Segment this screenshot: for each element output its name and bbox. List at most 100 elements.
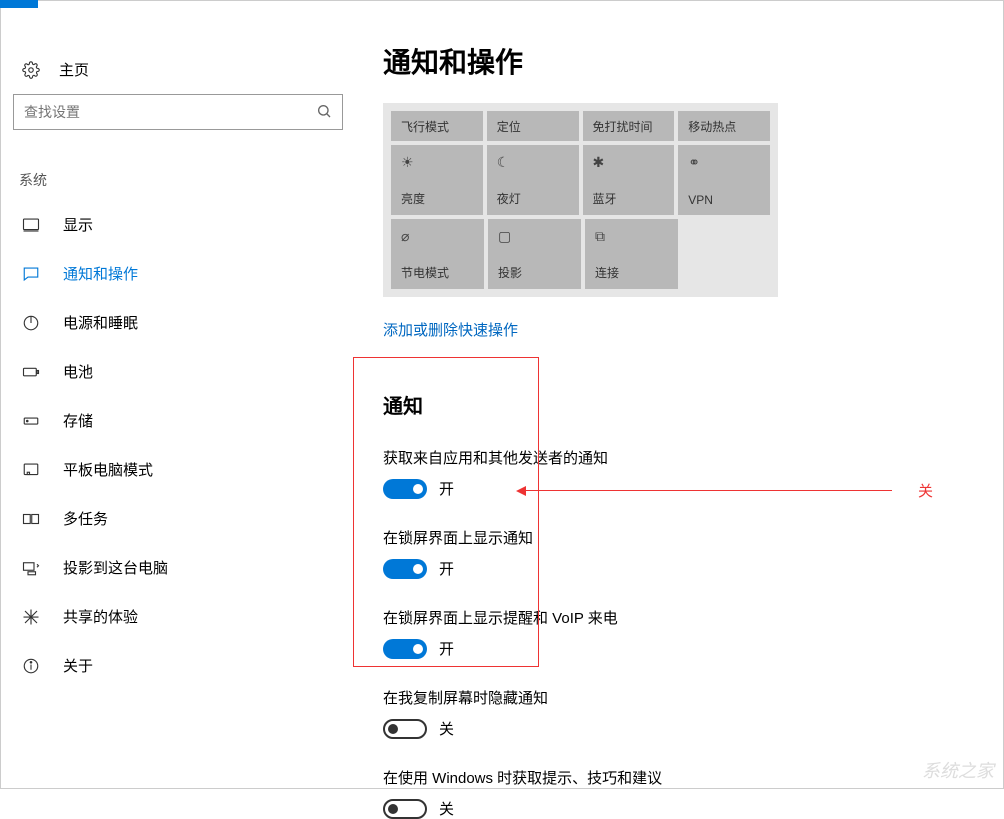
search-icon bbox=[316, 103, 332, 122]
toggle-switch[interactable] bbox=[383, 799, 427, 819]
qa-label: 亮度 bbox=[401, 190, 473, 207]
power-icon bbox=[21, 313, 41, 333]
sidebar-item-storage[interactable]: 存储 bbox=[1, 396, 361, 445]
qa-tile-hotspot[interactable]: 移动热点 bbox=[678, 111, 770, 141]
sidebar-item-label: 电源和睡眠 bbox=[63, 312, 138, 333]
setting-get-notifications: 获取来自应用和其他发送者的通知 开 bbox=[383, 447, 1003, 499]
display-icon bbox=[21, 215, 41, 235]
qa-tile-nightlight[interactable]: ☾ 夜灯 bbox=[487, 145, 579, 215]
toggle-state: 开 bbox=[439, 638, 454, 659]
brightness-icon: ☀ bbox=[401, 153, 473, 171]
sidebar-item-notifications[interactable]: 通知和操作 bbox=[1, 249, 361, 298]
page-title: 通知和操作 bbox=[383, 41, 1003, 81]
toggle-get-notifications[interactable]: 开 bbox=[383, 478, 1003, 499]
qa-label: 飞行模式 bbox=[401, 118, 473, 135]
sidebar-item-display[interactable]: 显示 bbox=[1, 200, 361, 249]
project-icon bbox=[21, 558, 41, 578]
toggle-windows-tips[interactable]: 关 bbox=[383, 798, 1003, 819]
sidebar-item-label: 投影到这台电脑 bbox=[63, 557, 168, 578]
quick-actions-panel: 飞行模式 定位 免打扰时间 移动热点 ☀ 亮度 ☾ 夜灯 ✱ 蓝牙 ⚭ VPN ⌀ 节电模… bbox=[383, 103, 778, 297]
sidebar: 主页 系统 显示 通知和操作 电源和睡眠 电池 存储 bbox=[1, 1, 361, 788]
info-icon bbox=[21, 656, 41, 676]
qa-tile-quiet-hours[interactable]: 免打扰时间 bbox=[583, 111, 675, 141]
toggle-state: 关 bbox=[439, 798, 454, 819]
sidebar-item-label: 通知和操作 bbox=[63, 263, 138, 284]
toggle-switch[interactable] bbox=[383, 479, 427, 499]
qa-label: 夜灯 bbox=[497, 190, 569, 207]
sidebar-item-label: 电池 bbox=[63, 361, 93, 382]
chat-icon bbox=[21, 264, 41, 284]
setting-label: 在锁屏界面上显示提醒和 VoIP 来电 bbox=[383, 607, 1003, 628]
toggle-state: 开 bbox=[439, 558, 454, 579]
qa-label: VPN bbox=[688, 193, 760, 207]
sidebar-item-power[interactable]: 电源和睡眠 bbox=[1, 298, 361, 347]
share-icon bbox=[21, 607, 41, 627]
bluetooth-icon: ✱ bbox=[593, 153, 665, 171]
setting-lockscreen-notifications: 在锁屏界面上显示通知 开 bbox=[383, 527, 1003, 579]
notifications-heading: 通知 bbox=[383, 390, 1003, 419]
qa-label: 移动热点 bbox=[688, 118, 760, 135]
home-label: 主页 bbox=[59, 59, 89, 80]
notifications-section: 通知 获取来自应用和其他发送者的通知 开 在锁屏界面上显示通知 开 在锁屏界面上… bbox=[383, 390, 1003, 819]
qa-label: 定位 bbox=[497, 118, 569, 135]
gear-icon bbox=[21, 60, 41, 80]
batterysaver-icon: ⌀ bbox=[401, 227, 474, 245]
setting-label: 获取来自应用和其他发送者的通知 bbox=[383, 447, 1003, 468]
toggle-switch[interactable] bbox=[383, 719, 427, 739]
main-content: 通知和操作 飞行模式 定位 免打扰时间 移动热点 ☀ 亮度 ☾ 夜灯 ✱ 蓝牙 ⚭ VP… bbox=[361, 1, 1003, 788]
storage-icon bbox=[21, 411, 41, 431]
setting-label: 在使用 Windows 时获取提示、技巧和建议 bbox=[383, 767, 1003, 788]
search-input-container[interactable] bbox=[13, 94, 343, 130]
qa-tile-brightness[interactable]: ☀ 亮度 bbox=[391, 145, 483, 215]
search-input[interactable] bbox=[24, 104, 316, 120]
qa-tile-vpn[interactable]: ⚭ VPN bbox=[678, 145, 770, 215]
setting-label: 在我复制屏幕时隐藏通知 bbox=[383, 687, 1003, 708]
sidebar-item-about[interactable]: 关于 bbox=[1, 641, 361, 690]
setting-lockscreen-reminders: 在锁屏界面上显示提醒和 VoIP 来电 开 bbox=[383, 607, 1003, 659]
toggle-state: 关 bbox=[439, 718, 454, 739]
home-button[interactable]: 主页 bbox=[1, 51, 361, 94]
settings-window: 主页 系统 显示 通知和操作 电源和睡眠 电池 存储 bbox=[0, 0, 1004, 789]
multitask-icon bbox=[21, 509, 41, 529]
qa-label: 免打扰时间 bbox=[593, 118, 665, 135]
toggle-lockscreen-reminders[interactable]: 开 bbox=[383, 638, 1003, 659]
sidebar-item-label: 关于 bbox=[63, 655, 93, 676]
qa-tile-batterysaver[interactable]: ⌀ 节电模式 bbox=[391, 219, 484, 289]
setting-label: 在锁屏界面上显示通知 bbox=[383, 527, 1003, 548]
project-tile-icon: ▢ bbox=[498, 227, 571, 245]
toggle-switch[interactable] bbox=[383, 559, 427, 579]
qa-label: 连接 bbox=[595, 264, 668, 281]
sidebar-item-label: 平板电脑模式 bbox=[63, 459, 153, 480]
vpn-icon: ⚭ bbox=[688, 153, 760, 171]
battery-icon bbox=[21, 362, 41, 382]
sidebar-item-label: 存储 bbox=[63, 410, 93, 431]
qa-tile-airplane[interactable]: 飞行模式 bbox=[391, 111, 483, 141]
sidebar-item-share[interactable]: 共享的体验 bbox=[1, 592, 361, 641]
toggle-hide-when-duplicate[interactable]: 关 bbox=[383, 718, 1003, 739]
sidebar-item-tablet[interactable]: 平板电脑模式 bbox=[1, 445, 361, 494]
qa-label: 投影 bbox=[498, 264, 571, 281]
toggle-lockscreen-notifications[interactable]: 开 bbox=[383, 558, 1003, 579]
qa-tile-project[interactable]: ▢ 投影 bbox=[488, 219, 581, 289]
sidebar-item-label: 显示 bbox=[63, 214, 93, 235]
nightlight-icon: ☾ bbox=[497, 153, 569, 171]
setting-windows-tips: 在使用 Windows 时获取提示、技巧和建议 关 bbox=[383, 767, 1003, 819]
section-label: 系统 bbox=[1, 130, 361, 200]
toggle-switch[interactable] bbox=[383, 639, 427, 659]
add-remove-quick-actions-link[interactable]: 添加或删除快速操作 bbox=[383, 319, 1003, 340]
sidebar-item-multitask[interactable]: 多任务 bbox=[1, 494, 361, 543]
sidebar-item-project[interactable]: 投影到这台电脑 bbox=[1, 543, 361, 592]
qa-label: 节电模式 bbox=[401, 264, 474, 281]
qa-label: 蓝牙 bbox=[593, 190, 665, 207]
tablet-icon bbox=[21, 460, 41, 480]
qa-tile-bluetooth[interactable]: ✱ 蓝牙 bbox=[583, 145, 675, 215]
connect-icon: ⧉ bbox=[595, 227, 668, 245]
toggle-state: 开 bbox=[439, 478, 454, 499]
qa-tile-connect[interactable]: ⧉ 连接 bbox=[585, 219, 678, 289]
setting-hide-when-duplicate: 在我复制屏幕时隐藏通知 关 bbox=[383, 687, 1003, 739]
qa-tile-location[interactable]: 定位 bbox=[487, 111, 579, 141]
sidebar-item-label: 共享的体验 bbox=[63, 606, 138, 627]
sidebar-item-battery[interactable]: 电池 bbox=[1, 347, 361, 396]
title-bar-accent bbox=[0, 0, 38, 8]
sidebar-item-label: 多任务 bbox=[63, 508, 108, 529]
